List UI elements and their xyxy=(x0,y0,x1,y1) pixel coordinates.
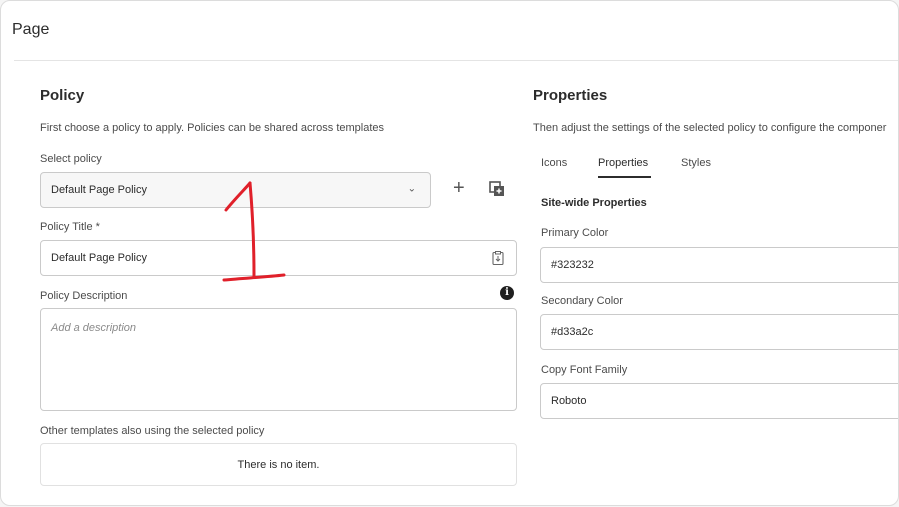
other-templates-list: There is no item. xyxy=(40,443,517,486)
policy-heading: Policy xyxy=(40,87,85,104)
empty-list-message: There is no item. xyxy=(237,458,320,471)
policy-description-text: First choose a policy to apply. Policies… xyxy=(40,122,385,134)
properties-heading: Properties xyxy=(533,87,608,104)
primary-color-input[interactable]: #323232 xyxy=(540,247,898,283)
chevron-down-icon: ⌄ xyxy=(407,183,416,195)
secondary-color-label: Secondary Color xyxy=(541,295,623,307)
active-tab-indicator xyxy=(598,176,651,178)
copy-font-family-input[interactable]: Roboto xyxy=(540,383,898,419)
tab-icons[interactable]: Icons xyxy=(541,157,567,169)
dialog-title: Page xyxy=(12,21,50,38)
copy-icon[interactable] xyxy=(489,181,505,197)
description-placeholder: Add a description xyxy=(51,322,136,334)
secondary-color-input[interactable]: #d33a2c xyxy=(540,314,898,350)
tab-properties[interactable]: Properties xyxy=(598,157,648,169)
secondary-color-value: #d33a2c xyxy=(551,326,594,338)
selected-policy-value: Default Page Policy xyxy=(51,184,147,196)
policy-description-textarea[interactable]: Add a description xyxy=(40,308,517,411)
plus-icon[interactable]: + xyxy=(453,178,465,198)
clipboard-icon[interactable] xyxy=(492,251,504,265)
properties-description-text: Then adjust the settings of the selected… xyxy=(533,122,887,134)
info-icon[interactable]: i xyxy=(500,286,514,300)
other-templates-label: Other templates also using the selected … xyxy=(40,425,265,437)
policy-title-label: Policy Title * xyxy=(40,221,100,233)
policy-title-value: Default Page Policy xyxy=(51,252,147,264)
primary-color-label: Primary Color xyxy=(541,227,609,239)
tab-styles[interactable]: Styles xyxy=(681,157,711,169)
header-divider xyxy=(14,60,898,61)
select-policy-label: Select policy xyxy=(40,153,102,165)
primary-color-value: #323232 xyxy=(551,259,594,271)
policy-description-label: Policy Description xyxy=(40,290,128,302)
page-policy-dialog: Page Policy First choose a policy to app… xyxy=(0,0,899,506)
copy-font-family-label: Copy Font Family xyxy=(541,364,628,376)
copy-font-family-value: Roboto xyxy=(551,395,587,407)
site-wide-properties-heading: Site-wide Properties xyxy=(541,197,647,209)
handwritten-annotation-one xyxy=(222,181,286,282)
